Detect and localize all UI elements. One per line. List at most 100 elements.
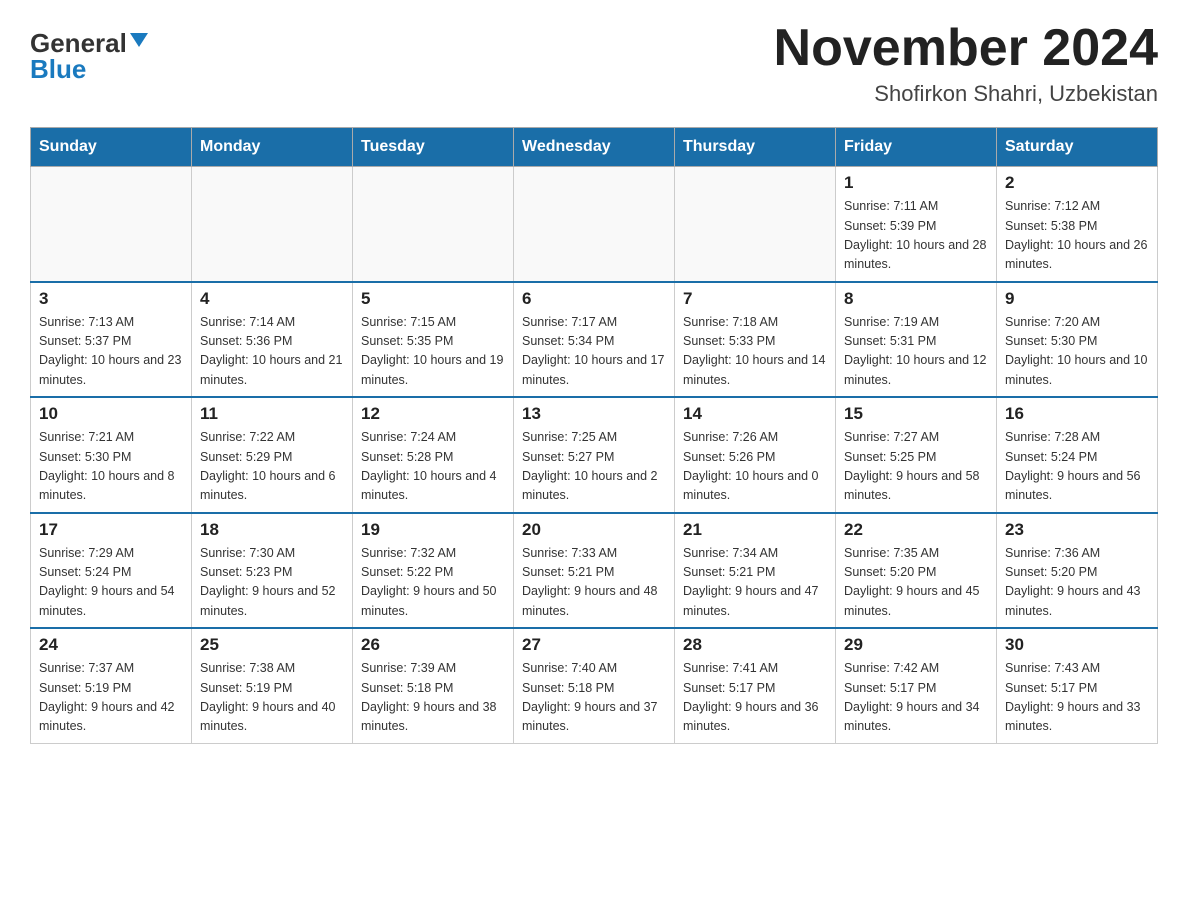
day-number: 4 <box>200 289 344 309</box>
calendar-week-row: 1Sunrise: 7:11 AMSunset: 5:39 PMDaylight… <box>31 167 1158 282</box>
calendar-day-cell: 30 Sunrise: 7:43 AMSunset: 5:17 PMDayligh… <box>997 628 1158 743</box>
calendar-day-cell: 4 Sunrise: 7:14 AMSunset: 5:36 PMDaylight… <box>192 282 353 398</box>
day-number: 9 <box>1005 289 1149 309</box>
calendar-day-cell: 14 Sunrise: 7:26 AMSunset: 5:26 PMDayligh… <box>675 397 836 513</box>
day-info: Sunrise: 7:39 AMSunset: 5:18 PMDaylight:… <box>361 659 505 737</box>
calendar-day-cell: 7 Sunrise: 7:18 AMSunset: 5:33 PMDaylight… <box>675 282 836 398</box>
day-number: 15 <box>844 404 988 424</box>
day-info: Sunrise: 7:20 AMSunset: 5:30 PMDaylight:… <box>1005 313 1149 391</box>
day-info: Sunrise: 7:35 AMSunset: 5:20 PMDaylight:… <box>844 544 988 622</box>
day-info: Sunrise: 7:27 AMSunset: 5:25 PMDaylight:… <box>844 428 988 506</box>
day-info: Sunrise: 7:17 AMSunset: 5:34 PMDaylight:… <box>522 313 666 391</box>
logo-general-text: General <box>30 30 127 56</box>
day-number: 8 <box>844 289 988 309</box>
calendar-week-row: 10 Sunrise: 7:21 AMSunset: 5:30 PMDayligh… <box>31 397 1158 513</box>
calendar-day-cell: 27Sunrise: 7:40 AMSunset: 5:18 PMDayligh… <box>514 628 675 743</box>
day-info: Sunrise: 7:24 AMSunset: 5:28 PMDaylight:… <box>361 428 505 506</box>
day-number: 14 <box>683 404 827 424</box>
day-info: Sunrise: 7:14 AMSunset: 5:36 PMDaylight:… <box>200 313 344 391</box>
weekday-header-thursday: Thursday <box>675 128 836 167</box>
calendar-day-cell: 8 Sunrise: 7:19 AMSunset: 5:31 PMDaylight… <box>836 282 997 398</box>
calendar-day-cell: 15 Sunrise: 7:27 AMSunset: 5:25 PMDayligh… <box>836 397 997 513</box>
day-info: Sunrise: 7:18 AMSunset: 5:33 PMDaylight:… <box>683 313 827 391</box>
location-title: Shofirkon Shahri, Uzbekistan <box>774 81 1158 107</box>
day-info: Sunrise: 7:29 AMSunset: 5:24 PMDaylight:… <box>39 544 183 622</box>
day-number: 11 <box>200 404 344 424</box>
day-number: 23 <box>1005 520 1149 540</box>
calendar-day-cell <box>192 167 353 282</box>
day-number: 1 <box>844 173 988 193</box>
calendar-week-row: 24 Sunrise: 7:37 AMSunset: 5:19 PMDayligh… <box>31 628 1158 743</box>
calendar-day-cell: 21Sunrise: 7:34 AMSunset: 5:21 PMDayligh… <box>675 513 836 629</box>
day-number: 6 <box>522 289 666 309</box>
weekday-header-monday: Monday <box>192 128 353 167</box>
day-info: Sunrise: 7:30 AMSunset: 5:23 PMDaylight:… <box>200 544 344 622</box>
day-number: 24 <box>39 635 183 655</box>
day-info: Sunrise: 7:12 AMSunset: 5:38 PMDaylight:… <box>1005 197 1149 275</box>
calendar-day-cell: 9 Sunrise: 7:20 AMSunset: 5:30 PMDaylight… <box>997 282 1158 398</box>
calendar-day-cell: 13 Sunrise: 7:25 AMSunset: 5:27 PMDayligh… <box>514 397 675 513</box>
day-number: 22 <box>844 520 988 540</box>
day-number: 2 <box>1005 173 1149 193</box>
day-number: 18 <box>200 520 344 540</box>
day-info: Sunrise: 7:28 AMSunset: 5:24 PMDaylight:… <box>1005 428 1149 506</box>
day-number: 28 <box>683 635 827 655</box>
day-info: Sunrise: 7:41 AMSunset: 5:17 PMDaylight:… <box>683 659 827 737</box>
day-info: Sunrise: 7:43 AMSunset: 5:17 PMDaylight:… <box>1005 659 1149 737</box>
day-info: Sunrise: 7:32 AMSunset: 5:22 PMDaylight:… <box>361 544 505 622</box>
day-number: 13 <box>522 404 666 424</box>
day-number: 12 <box>361 404 505 424</box>
day-number: 10 <box>39 404 183 424</box>
calendar-day-cell: 3Sunrise: 7:13 AMSunset: 5:37 PMDaylight… <box>31 282 192 398</box>
day-info: Sunrise: 7:19 AMSunset: 5:31 PMDaylight:… <box>844 313 988 391</box>
calendar-day-cell <box>675 167 836 282</box>
calendar-day-cell: 28 Sunrise: 7:41 AMSunset: 5:17 PMDayligh… <box>675 628 836 743</box>
day-info: Sunrise: 7:26 AMSunset: 5:26 PMDaylight:… <box>683 428 827 506</box>
calendar-day-cell: 5Sunrise: 7:15 AMSunset: 5:35 PMDaylight… <box>353 282 514 398</box>
day-number: 20 <box>522 520 666 540</box>
calendar-day-cell: 22 Sunrise: 7:35 AMSunset: 5:20 PMDayligh… <box>836 513 997 629</box>
weekday-header-saturday: Saturday <box>997 128 1158 167</box>
logo-triangle-icon <box>130 33 148 47</box>
day-number: 16 <box>1005 404 1149 424</box>
calendar-day-cell: 12 Sunrise: 7:24 AMSunset: 5:28 PMDayligh… <box>353 397 514 513</box>
page-header: General Blue November 2024 Shofirkon Sha… <box>30 20 1158 107</box>
calendar-day-cell: 29 Sunrise: 7:42 AMSunset: 5:17 PMDayligh… <box>836 628 997 743</box>
day-info: Sunrise: 7:42 AMSunset: 5:17 PMDaylight:… <box>844 659 988 737</box>
day-info: Sunrise: 7:37 AMSunset: 5:19 PMDaylight:… <box>39 659 183 737</box>
day-number: 19 <box>361 520 505 540</box>
day-number: 29 <box>844 635 988 655</box>
day-number: 17 <box>39 520 183 540</box>
day-number: 7 <box>683 289 827 309</box>
weekday-header-sunday: Sunday <box>31 128 192 167</box>
calendar-day-cell: 23 Sunrise: 7:36 AMSunset: 5:20 PMDayligh… <box>997 513 1158 629</box>
calendar-day-cell: 11 Sunrise: 7:22 AMSunset: 5:29 PMDayligh… <box>192 397 353 513</box>
calendar-day-cell: 6 Sunrise: 7:17 AMSunset: 5:34 PMDaylight… <box>514 282 675 398</box>
day-number: 26 <box>361 635 505 655</box>
day-info: Sunrise: 7:36 AMSunset: 5:20 PMDaylight:… <box>1005 544 1149 622</box>
calendar-day-cell: 26 Sunrise: 7:39 AMSunset: 5:18 PMDayligh… <box>353 628 514 743</box>
day-info: Sunrise: 7:22 AMSunset: 5:29 PMDaylight:… <box>200 428 344 506</box>
calendar-day-cell <box>353 167 514 282</box>
day-info: Sunrise: 7:13 AMSunset: 5:37 PMDaylight:… <box>39 313 183 391</box>
calendar-day-cell <box>31 167 192 282</box>
day-info: Sunrise: 7:25 AMSunset: 5:27 PMDaylight:… <box>522 428 666 506</box>
day-number: 5 <box>361 289 505 309</box>
calendar-day-cell: 18 Sunrise: 7:30 AMSunset: 5:23 PMDayligh… <box>192 513 353 629</box>
calendar-day-cell <box>514 167 675 282</box>
day-number: 21 <box>683 520 827 540</box>
day-number: 25 <box>200 635 344 655</box>
title-block: November 2024 Shofirkon Shahri, Uzbekist… <box>774 20 1158 107</box>
weekday-header-friday: Friday <box>836 128 997 167</box>
calendar-day-cell: 25 Sunrise: 7:38 AMSunset: 5:19 PMDayligh… <box>192 628 353 743</box>
logo: General Blue <box>30 20 148 82</box>
calendar-day-cell: 1Sunrise: 7:11 AMSunset: 5:39 PMDaylight… <box>836 167 997 282</box>
weekday-header-tuesday: Tuesday <box>353 128 514 167</box>
calendar-day-cell: 17 Sunrise: 7:29 AMSunset: 5:24 PMDayligh… <box>31 513 192 629</box>
day-info: Sunrise: 7:38 AMSunset: 5:19 PMDaylight:… <box>200 659 344 737</box>
day-info: Sunrise: 7:21 AMSunset: 5:30 PMDaylight:… <box>39 428 183 506</box>
day-number: 30 <box>1005 635 1149 655</box>
day-info: Sunrise: 7:33 AMSunset: 5:21 PMDaylight:… <box>522 544 666 622</box>
calendar-day-cell: 16 Sunrise: 7:28 AMSunset: 5:24 PMDayligh… <box>997 397 1158 513</box>
calendar-week-row: 17 Sunrise: 7:29 AMSunset: 5:24 PMDayligh… <box>31 513 1158 629</box>
